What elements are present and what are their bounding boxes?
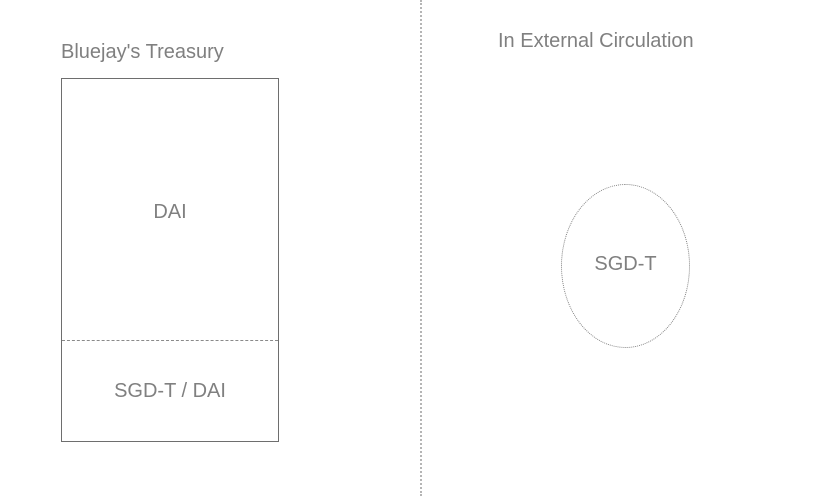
treasury-section-divider bbox=[62, 340, 278, 341]
vertical-divider bbox=[420, 0, 422, 496]
circulation-title: In External Circulation bbox=[498, 30, 694, 52]
dai-section-label: DAI bbox=[153, 201, 187, 223]
treasury-box: DAI SGD-T / DAI bbox=[61, 78, 279, 442]
circulation-ellipse: SGD-T bbox=[561, 184, 690, 348]
sgdt-dai-section-label: SGD-T / DAI bbox=[114, 380, 226, 402]
treasury-title: Bluejay's Treasury bbox=[61, 41, 224, 63]
sgdt-token-label: SGD-T bbox=[594, 253, 657, 275]
